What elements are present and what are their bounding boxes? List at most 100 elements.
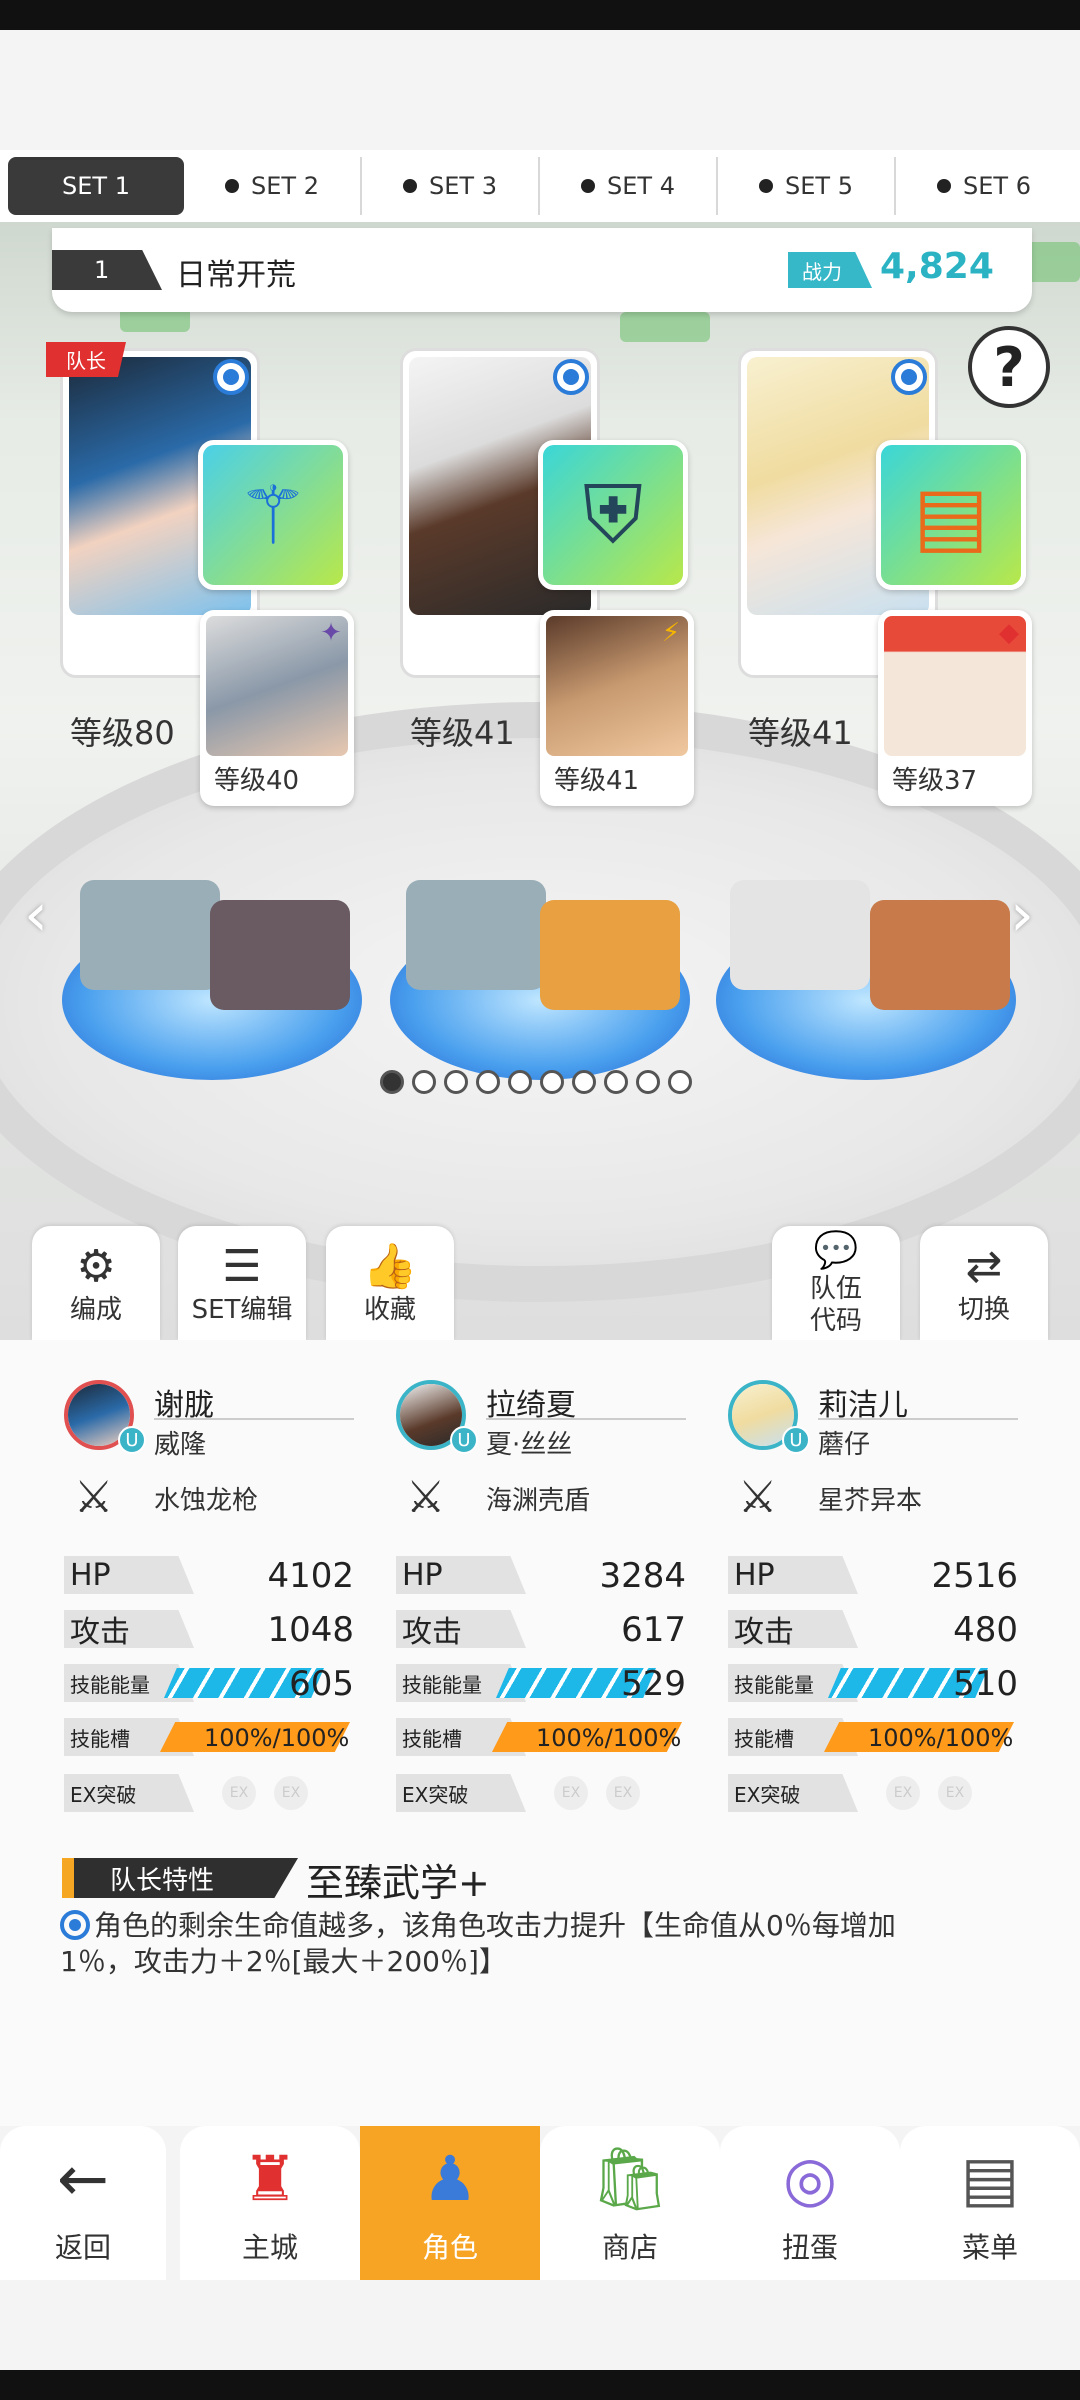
leader-tag: 队长 bbox=[46, 342, 126, 377]
character-card[interactable]: 队长 等级80 ⚚ ✦ 等级40 bbox=[46, 342, 380, 806]
energy-value: 529 bbox=[621, 1664, 686, 1704]
pedestal-block bbox=[406, 880, 546, 990]
ex-slots: EX EX bbox=[868, 1776, 972, 1810]
dot-icon bbox=[759, 179, 774, 193]
nav-back[interactable]: ← 返回 bbox=[0, 2126, 166, 2280]
attack-value: 1048 bbox=[267, 1610, 354, 1650]
page-dot[interactable] bbox=[540, 1070, 564, 1094]
page-dot[interactable] bbox=[476, 1070, 500, 1094]
character-card[interactable]: 等级41 ⛨ ⚡ 等级41 bbox=[390, 348, 720, 806]
set-edit-button[interactable]: ☰ SET编辑 bbox=[178, 1226, 306, 1340]
ex-label: EX突破 bbox=[396, 1774, 526, 1812]
weapon-name: 星芥异本 bbox=[818, 1486, 923, 1516]
ex-label: EX突破 bbox=[64, 1774, 194, 1812]
tab-set-5[interactable]: SET 5 bbox=[718, 157, 896, 215]
formation-button[interactable]: ⚙ 编成 bbox=[32, 1226, 160, 1340]
page-dot[interactable] bbox=[572, 1070, 596, 1094]
tab-set-3[interactable]: SET 3 bbox=[362, 157, 540, 215]
dot-icon bbox=[937, 179, 952, 193]
tab-set-6[interactable]: SET 6 bbox=[896, 157, 1072, 215]
energy-row: 技能能量 529 bbox=[396, 1664, 686, 1706]
character-icon: ♟ bbox=[422, 2142, 478, 2215]
sub-character-card[interactable]: ✦ 等级40 bbox=[200, 610, 354, 806]
switch-button[interactable]: ⇄ 切换 bbox=[920, 1226, 1048, 1340]
ex-slot-icon: EX bbox=[274, 1776, 308, 1810]
page-dot[interactable] bbox=[412, 1070, 436, 1094]
back-arrow-icon: ← bbox=[57, 2142, 109, 2215]
bottom-nav: ← 返回 ♜ 主城 ♟ 角色 🛍 商店 ◎ 扭蛋 ▤ 菜单 bbox=[0, 2126, 1080, 2280]
character-level: 等级41 bbox=[410, 714, 515, 752]
grass-tile bbox=[620, 312, 710, 342]
power-value: 4,824 bbox=[880, 246, 994, 287]
status-bar bbox=[0, 0, 1080, 30]
divider bbox=[818, 1418, 1018, 1420]
hp-label: HP bbox=[64, 1556, 194, 1594]
sword-shield-icon: ⚔ bbox=[74, 1472, 114, 1523]
chevron-right-icon[interactable]: › bbox=[1010, 880, 1034, 950]
thumbs-up-star-icon: 👍 bbox=[362, 1241, 418, 1292]
class-badge-icon: U bbox=[450, 1426, 478, 1454]
dot-icon bbox=[581, 179, 596, 193]
page-dot[interactable] bbox=[636, 1070, 660, 1094]
page-dot[interactable] bbox=[604, 1070, 628, 1094]
nav-character[interactable]: ♟ 角色 bbox=[360, 2126, 540, 2280]
ex-row: EX突破 EX EX bbox=[64, 1774, 354, 1816]
sub-character-name: 蘑仔 bbox=[818, 1430, 871, 1460]
nav-label: 返回 bbox=[54, 2231, 111, 2264]
tab-label: SET 1 bbox=[62, 172, 130, 200]
favorite-label: 收藏 bbox=[363, 1295, 416, 1325]
ex-slot-icon: EX bbox=[886, 1776, 920, 1810]
page-dot[interactable] bbox=[444, 1070, 468, 1094]
page-dot[interactable] bbox=[380, 1070, 404, 1094]
page-dots bbox=[380, 1070, 692, 1094]
attack-label: 攻击 bbox=[728, 1610, 858, 1648]
team-code-button[interactable]: 💬 队伍 代码 bbox=[772, 1226, 900, 1340]
class-badge-icon: U bbox=[118, 1426, 146, 1454]
nav-label: 菜单 bbox=[961, 2231, 1018, 2264]
page-dot[interactable] bbox=[508, 1070, 532, 1094]
nav-gacha[interactable]: ◎ 扭蛋 bbox=[720, 2126, 900, 2280]
skill-slot-row: 技能槽 100%/100% bbox=[728, 1718, 1018, 1760]
nav-town[interactable]: ♜ 主城 bbox=[180, 2126, 360, 2280]
attack-label: 攻击 bbox=[64, 1610, 194, 1648]
attack-row: 攻击 480 bbox=[728, 1610, 1018, 1652]
character-card[interactable]: 等级41 ▤ ◆ 等级37 bbox=[728, 348, 1058, 806]
hp-label: HP bbox=[396, 1556, 526, 1594]
skill-slot-row: 技能槽 100%/100% bbox=[64, 1718, 354, 1760]
sub-character-card[interactable]: ◆ 等级37 bbox=[878, 610, 1032, 806]
page-dot[interactable] bbox=[668, 1070, 692, 1094]
chevron-left-icon[interactable]: ‹ bbox=[24, 880, 48, 950]
hp-row: HP 3284 bbox=[396, 1556, 686, 1598]
chat-bubble-icon: 💬 bbox=[813, 1230, 859, 1271]
stats-panel: U 谢胧 威隆 ⚔ 水蚀龙枪 HP 4102 攻击 1048 技能能量 605 … bbox=[0, 1340, 1080, 2130]
team-bar[interactable]: 1 日常开荒 战力 4,824 bbox=[52, 228, 1032, 312]
menu-icon: ▤ bbox=[960, 2142, 1020, 2215]
nav-label: 商店 bbox=[601, 2231, 658, 2264]
ex-slot-icon: EX bbox=[938, 1776, 972, 1810]
attack-label: 攻击 bbox=[396, 1610, 526, 1648]
ex-label: EX突破 bbox=[728, 1774, 858, 1812]
trident-icon[interactable]: ⚚ bbox=[198, 440, 348, 590]
tab-set-4[interactable]: SET 4 bbox=[540, 157, 718, 215]
weapon-name: 水蚀龙枪 bbox=[154, 1486, 259, 1516]
gacha-icon: ◎ bbox=[782, 2142, 838, 2215]
sub-character-card[interactable]: ⚡ 等级41 bbox=[540, 610, 694, 806]
divider bbox=[486, 1418, 686, 1420]
swap-icon: ⇄ bbox=[965, 1241, 1003, 1292]
element-ring-icon bbox=[891, 359, 927, 395]
ex-slot-icon: EX bbox=[554, 1776, 588, 1810]
pedestal-block bbox=[540, 900, 680, 1010]
tab-set-1[interactable]: SET 1 bbox=[8, 157, 184, 215]
shield-icon[interactable]: ⛨ bbox=[538, 440, 688, 590]
sub-character-level: 等级40 bbox=[214, 766, 300, 796]
book-icon[interactable]: ▤ bbox=[876, 440, 1026, 590]
nav-shop[interactable]: 🛍 商店 bbox=[540, 2126, 720, 2280]
divider bbox=[154, 1418, 354, 1420]
energy-value: 605 bbox=[289, 1664, 354, 1704]
favorite-button[interactable]: 👍 收藏 bbox=[326, 1226, 454, 1340]
gear-person-icon: ⚙ bbox=[76, 1241, 116, 1292]
nav-menu[interactable]: ▤ 菜单 bbox=[900, 2126, 1080, 2280]
leader-skill-label: 队长特性 bbox=[62, 1858, 298, 1898]
team-code-label-1: 队伍 bbox=[809, 1274, 862, 1304]
tab-set-2[interactable]: SET 2 bbox=[184, 157, 362, 215]
